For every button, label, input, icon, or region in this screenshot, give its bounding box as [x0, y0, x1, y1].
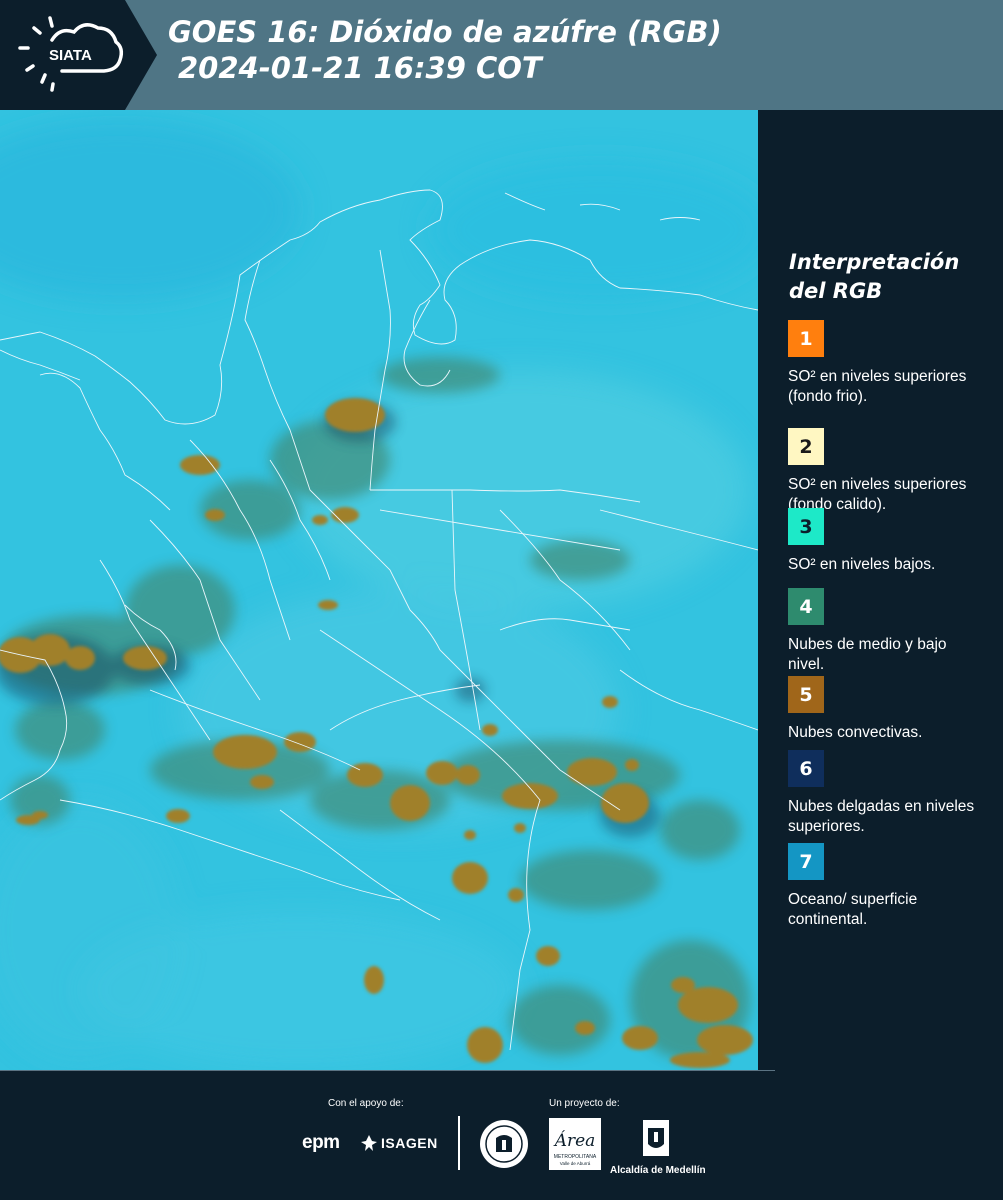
legend-description: Oceano/ superficie continental.	[788, 891, 918, 928]
area-logo-subtext2: Valle de Aburrá	[560, 1161, 591, 1166]
legend-item: 5 Nubes convectivas.	[788, 676, 988, 743]
sponsor-divider	[458, 1116, 460, 1170]
legend-swatch: 2	[788, 428, 824, 465]
legend-title: Interpretación del RGB	[789, 250, 960, 303]
area-metropolitana-logo: Área METROPOLITANA Valle de Aburrá	[549, 1118, 601, 1175]
legend-description: SO² en niveles superiores (fondo frio).	[788, 368, 967, 405]
legend-swatch: 4	[788, 588, 824, 625]
legend-swatch: 6	[788, 750, 824, 787]
support-label: Con el apoyo de:	[328, 1098, 404, 1109]
legend-description: SO² en niveles bajos.	[788, 556, 936, 573]
isagen-logo: ISAGEN	[360, 1134, 438, 1152]
legend-description: Nubes convectivas.	[788, 724, 923, 741]
legend-description: Nubes de medio y bajo nivel.	[788, 636, 947, 673]
legend-item: 3 SO² en niveles bajos.	[788, 508, 988, 575]
project-label: Un proyecto de:	[549, 1098, 620, 1109]
area-logo-subtext: METROPOLITANA	[554, 1154, 597, 1160]
legend-item: 4 Nubes de medio y bajo nivel.	[788, 588, 988, 675]
isagen-text: ISAGEN	[381, 1135, 438, 1151]
page-title: GOES 16: Dióxido de azúfre (RGB)	[168, 15, 722, 49]
legend-swatch: 3	[788, 508, 824, 545]
area-logo-text: Área	[553, 1130, 596, 1151]
satellite-map	[0, 110, 758, 1070]
legend-item: 6 Nubes delgadas en niveles superiores.	[788, 750, 988, 837]
siata-logo: SIATA	[0, 0, 160, 110]
legend-panel: Interpretación del RGB 1 SO² en niveles s…	[758, 110, 1003, 1070]
legend-item: 7 Oceano/ superficie continental.	[788, 843, 988, 930]
epm-logo: epm	[302, 1132, 340, 1153]
alcaldia-logo: Alcaldía de Medellín	[610, 1118, 706, 1176]
alcaldia-text: Alcaldía de Medellín	[610, 1165, 706, 1176]
legend-swatch: 1	[788, 320, 824, 357]
legend-swatch: 7	[788, 843, 824, 880]
siata-logo-text: SIATA	[49, 47, 92, 64]
medellin-seal	[478, 1118, 530, 1175]
legend-item: 2 SO² en niveles superiores (fondo calido…	[788, 428, 988, 515]
header-bar: SIATA GOES 16: Dióxido de azúfre (RGB) 2…	[0, 0, 1003, 110]
timestamp: 2024-01-21 16:39 COT	[178, 51, 542, 85]
legend-swatch: 5	[788, 676, 824, 713]
footer-divider-line	[0, 1070, 775, 1071]
footer: Con el apoyo de: Un proyecto de: epm ISA…	[0, 1070, 1003, 1200]
coat-of-arms-icon	[643, 1120, 669, 1156]
title-block: GOES 16: Dióxido de azúfre (RGB) 2024-01…	[168, 14, 722, 86]
legend-description: Nubes delgadas en niveles superiores.	[788, 798, 975, 835]
legend-item: 1 SO² en niveles superiores (fondo frio).	[788, 320, 988, 407]
isagen-icon	[361, 1135, 377, 1151]
